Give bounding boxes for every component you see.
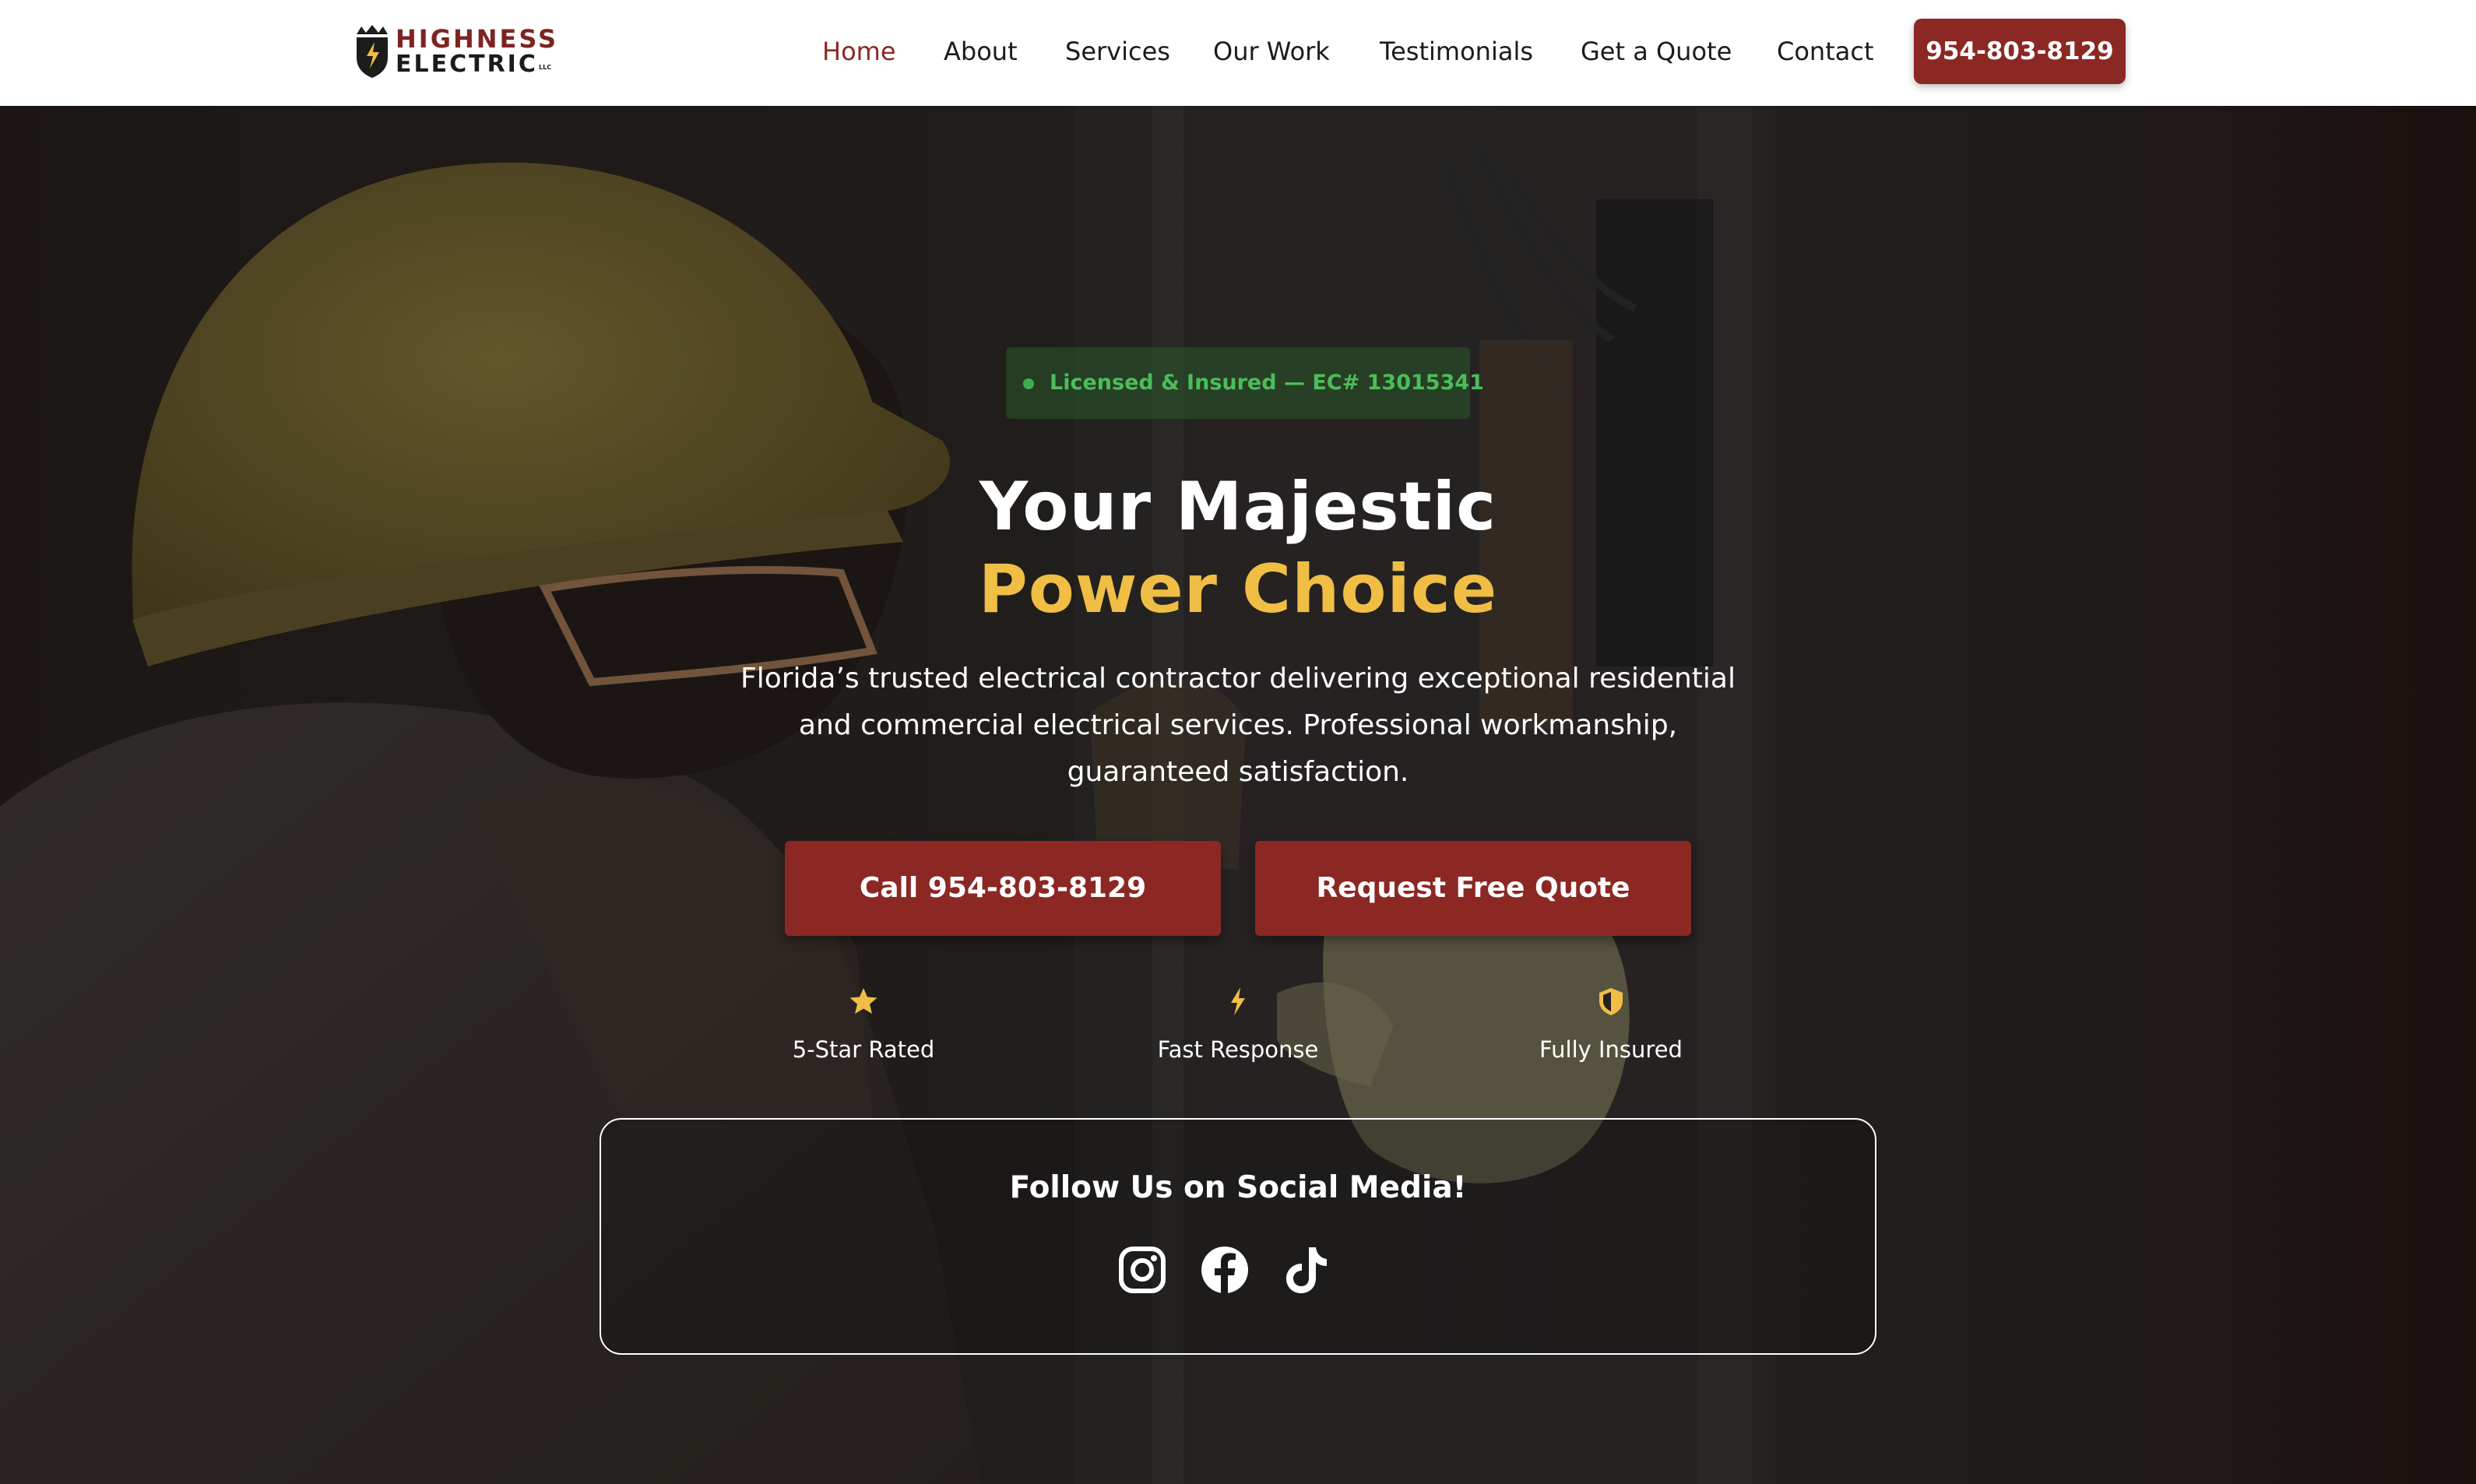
site-header: HIGHNESS ELECTRIC LLC Home About Service… xyxy=(0,0,2476,106)
star-icon xyxy=(849,988,878,1014)
hero-section: Licensed & Insured — EC# 13015341 Your M… xyxy=(0,106,2476,1484)
hero-title-line2: Power Choice xyxy=(978,550,1498,628)
facebook-icon[interactable] xyxy=(1198,1243,1252,1297)
nav-testimonials[interactable]: Testimonials xyxy=(1380,34,1533,69)
nav-about[interactable]: About xyxy=(944,34,1018,69)
nav-get-a-quote[interactable]: Get a Quote xyxy=(1581,34,1732,69)
nav-contact[interactable]: Contact xyxy=(1777,34,1874,69)
license-badge-text: Licensed & Insured — EC# 13015341 xyxy=(1050,371,1484,395)
status-dot-icon xyxy=(1023,378,1034,389)
request-quote-button[interactable]: Request Free Quote xyxy=(1255,841,1691,936)
feature-label: Fast Response xyxy=(1157,1036,1319,1063)
social-media-box: Follow Us on Social Media! xyxy=(600,1118,1876,1355)
social-title: Follow Us on Social Media! xyxy=(1009,1170,1467,1205)
feature-fully-insured: Fully Insured xyxy=(1455,986,1767,1071)
shield-icon xyxy=(1599,988,1623,1015)
feature-5-star: 5-Star Rated xyxy=(708,986,1019,1071)
tiktok-icon[interactable] xyxy=(1280,1243,1335,1297)
feature-label: 5-Star Rated xyxy=(792,1036,935,1063)
lightning-bolt-icon xyxy=(1231,987,1245,1015)
license-badge: Licensed & Insured — EC# 13015341 xyxy=(1006,347,1484,419)
feature-label: Fully Insured xyxy=(1539,1036,1683,1063)
hero-subtitle: Florida’s trusted electrical contractor … xyxy=(740,663,1736,788)
nav-services[interactable]: Services xyxy=(1065,34,1170,69)
feature-fast-response: Fast Response xyxy=(1082,986,1394,1071)
nav-our-work[interactable]: Our Work xyxy=(1213,34,1330,69)
hero-title-line1: Your Majestic xyxy=(979,468,1497,546)
call-button[interactable]: Call 954-803-8129 xyxy=(785,841,1221,936)
header-phone-button[interactable]: 954-803-8129 xyxy=(1914,19,2126,84)
nav-home[interactable]: Home xyxy=(822,34,896,69)
instagram-icon[interactable] xyxy=(1115,1243,1169,1297)
